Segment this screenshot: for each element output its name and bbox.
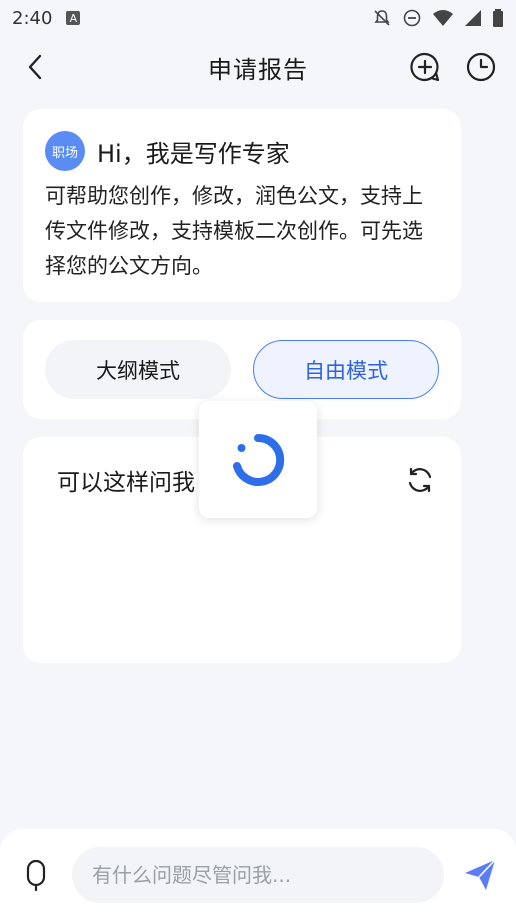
new-chat-button[interactable] [408, 50, 442, 84]
chat-add-icon [410, 52, 440, 82]
refresh-icon [408, 467, 432, 493]
outline-mode-button[interactable]: 大纲模式 [45, 340, 231, 399]
intro-description: 可帮助您创作，修改，润色公文，支持上传文件修改，支持模板二次创作。可先选择您的公… [45, 184, 423, 278]
input-bar [0, 829, 516, 919]
suggestion-title: 可以这样问我 [57, 470, 195, 496]
signal-icon [465, 10, 481, 26]
a-icon: A [66, 11, 81, 25]
intro-title: Hi，我是写作专家 [97, 139, 290, 168]
page-title: 申请报告 [208, 55, 308, 84]
message-input[interactable] [72, 847, 444, 903]
back-button[interactable] [18, 50, 52, 84]
do-not-disturb-icon [403, 9, 421, 27]
send-button[interactable] [462, 857, 498, 893]
intro-card: 职场 Hi，我是写作专家 可帮助您创作，修改，润色公文，支持上传文件修改，支持模… [23, 109, 461, 302]
free-mode-button[interactable]: 自由模式 [253, 340, 439, 399]
clock-icon [466, 52, 496, 82]
workplace-badge: 职场 [45, 131, 85, 171]
history-button[interactable] [464, 50, 498, 84]
refresh-button[interactable] [403, 463, 437, 497]
voice-input-button[interactable] [22, 859, 50, 892]
wifi-icon [433, 10, 453, 26]
nav-bar: 申请报告 [0, 36, 516, 98]
loading-indicator [199, 401, 317, 518]
status-time: 2:40 [12, 7, 53, 29]
bell-muted-icon [374, 10, 390, 26]
battery-icon [493, 9, 503, 27]
spinner-icon [233, 433, 285, 486]
send-icon [465, 859, 496, 890]
status-bar: 2:40 A [0, 0, 516, 36]
chevron-left-icon [28, 54, 42, 80]
microphone-icon [26, 859, 46, 892]
